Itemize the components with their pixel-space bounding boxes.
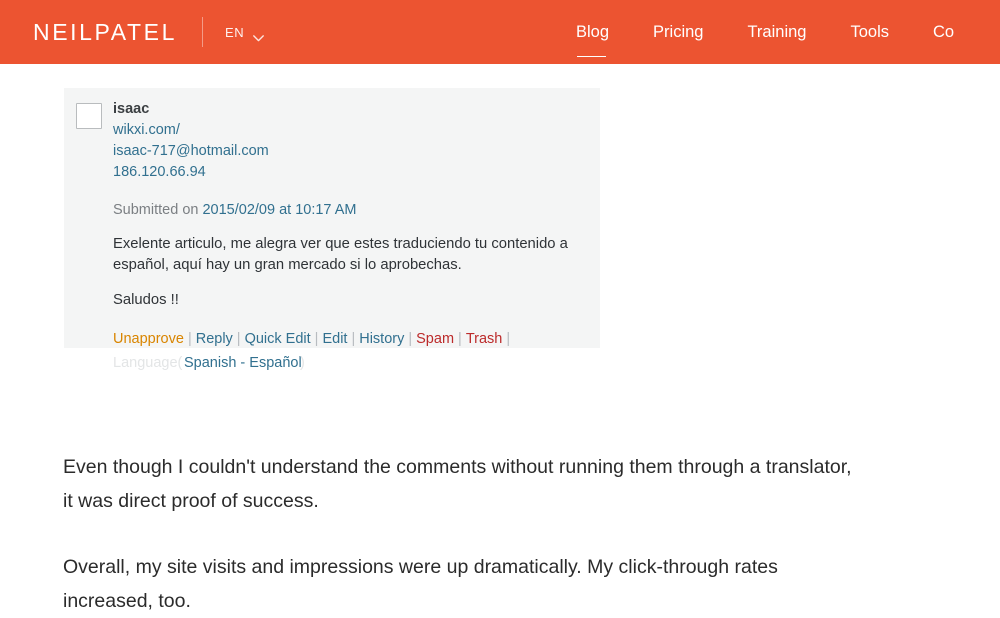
action-separator: | — [408, 331, 413, 347]
chevron-down-icon — [253, 29, 265, 41]
brand-block: NEILPATEL EN — [0, 0, 265, 64]
comment-action-edit[interactable]: Edit — [322, 331, 347, 347]
comment-author-url[interactable]: wikxi.com/ — [113, 120, 586, 141]
comment-select-column — [64, 96, 113, 348]
nav-item-training[interactable]: Training — [747, 24, 806, 41]
action-separator: | — [351, 331, 356, 347]
action-separator: | — [187, 331, 192, 347]
page-body: isaac wikxi.com/ isaac-717@hotmail.com 1… — [0, 64, 1000, 612]
action-separator: | — [458, 331, 462, 347]
comment-action-reply[interactable]: Reply — [196, 331, 233, 347]
header-divider — [201, 17, 203, 47]
comment-language-label: Language( — [113, 355, 183, 371]
comment-content: isaac wikxi.com/ isaac-717@hotmail.com 1… — [113, 96, 600, 371]
comment-action-trash[interactable]: Trash — [466, 331, 503, 347]
comment-action-links: Unapprove | Reply | Quick Edit | Edit | History |… — [113, 328, 586, 374]
action-separator: | — [314, 331, 319, 347]
nav-item-tools[interactable]: Tools — [850, 24, 889, 41]
comment-action-history[interactable]: History — [359, 331, 404, 347]
nav-item-pricing[interactable]: Pricing — [653, 24, 703, 41]
article-paragraph-1: Even though I couldn't understand the co… — [63, 456, 852, 512]
comment-action-spam[interactable]: Spam — [416, 331, 454, 347]
comment-author-email[interactable]: isaac-717@hotmail.com — [113, 141, 586, 162]
nav-item-blog[interactable]: Blog — [576, 24, 609, 57]
comment-author-ip[interactable]: 186.120.66.94 — [113, 162, 586, 183]
comment-author-name: isaac — [113, 101, 150, 117]
language-code-label: EN — [224, 24, 245, 40]
comment-submitted-datetime[interactable]: 2015/02/09 at 10:17 AM — [202, 202, 356, 218]
comment-submitted-row: Submitted on 2015/02/09 at 10:17 AM — [113, 200, 586, 220]
action-separator: | — [506, 331, 511, 347]
comment-submitted-label: Submitted on — [113, 202, 199, 218]
nav-item-consulting[interactable]: Co — [933, 24, 954, 41]
main-navigation: Blog Pricing Training Tools Co — [576, 0, 954, 64]
comment-select-checkbox[interactable] — [75, 103, 102, 129]
action-separator: | — [236, 331, 241, 347]
brand-logo[interactable]: NEILPATEL — [33, 20, 177, 44]
comment-body-paragraph-2: Saludos !! — [113, 292, 179, 308]
comment-card: isaac wikxi.com/ isaac-717@hotmail.com 1… — [64, 88, 600, 371]
language-switcher[interactable]: EN — [224, 24, 265, 41]
comment-action-unapprove[interactable]: Unapprove — [113, 331, 184, 347]
site-header: NEILPATEL EN Blog Pricing Training Tools… — [0, 0, 1000, 64]
comment-action-quick-edit[interactable]: Quick Edit — [245, 331, 311, 347]
comment-language-paren-close: ) — [300, 355, 305, 371]
article-paragraph-2: Overall, my site visits and impressions … — [63, 556, 778, 612]
comment-language-value[interactable]: Spanish - Español — [184, 352, 302, 374]
comment-body-paragraph-1: Exelente articulo, me alegra ver que est… — [113, 236, 568, 273]
comment-language-row: Language( Spanish - Español ) — [113, 352, 586, 374]
